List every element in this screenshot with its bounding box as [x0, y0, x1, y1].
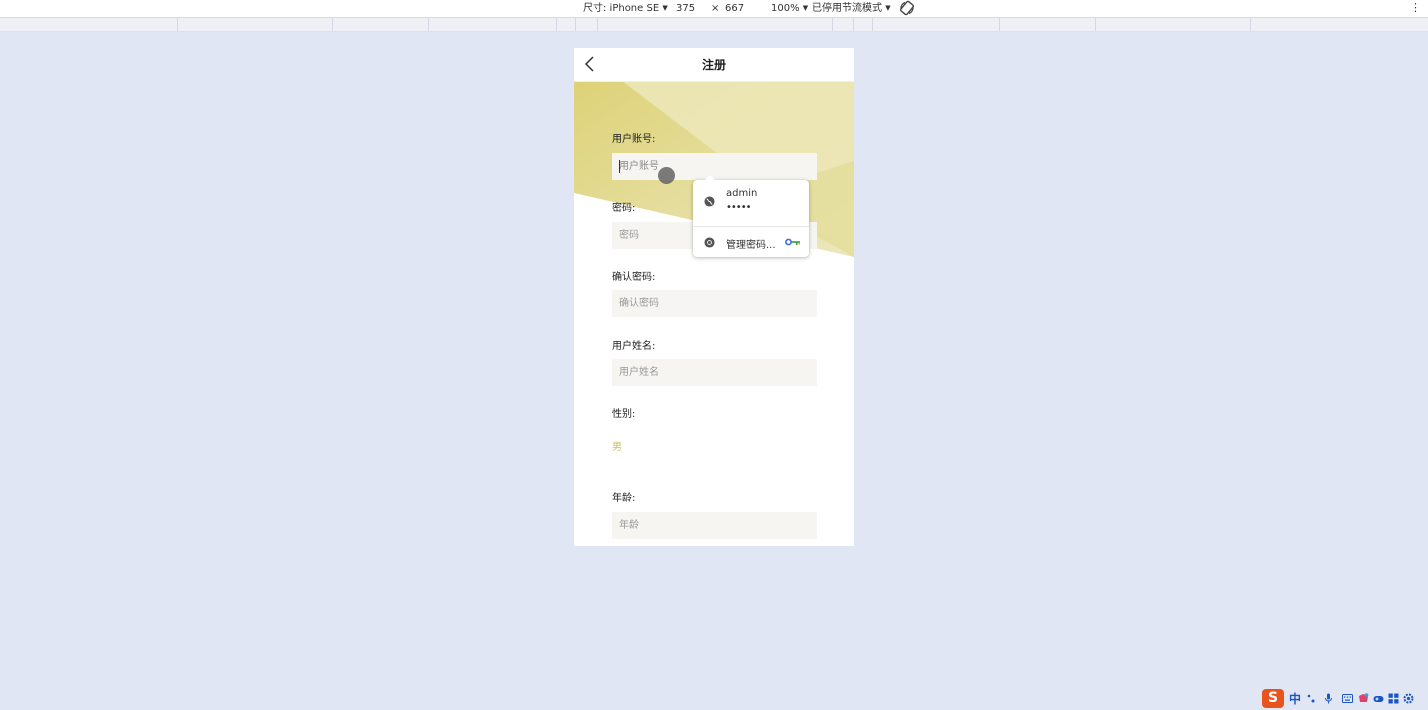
punctuation-icon[interactable] — [1306, 693, 1317, 704]
password-label: 密码: — [612, 203, 636, 214]
phone-viewport: 注册 用户账号: 密码: 确认密码: 用户姓名: 性别: 男 年龄: — [574, 48, 854, 546]
text-caret — [619, 160, 620, 173]
chrome-icon — [704, 237, 715, 248]
gender-label: 性别: — [612, 409, 636, 420]
media-query-ruler — [0, 18, 1428, 32]
key-icon — [785, 238, 800, 246]
microphone-icon[interactable] — [1323, 693, 1334, 704]
manage-passwords-item[interactable]: 管理密码... — [693, 226, 809, 258]
page-title: 注册 — [701, 58, 726, 72]
more-options-icon[interactable]: ⋮ — [1410, 1, 1421, 14]
globe-icon — [704, 196, 715, 207]
confirm-password-label: 确认密码: — [612, 272, 656, 283]
chevron-down-icon: ▼ — [662, 4, 668, 12]
throttle-select[interactable]: 已停用节流模式 ▼ — [812, 2, 891, 15]
ime-toolbar: S 中 — [1262, 689, 1428, 710]
saved-credential-item[interactable]: admin ••••• — [693, 180, 809, 225]
user-name-label: 用户姓名: — [612, 341, 656, 352]
confirm-password-input[interactable] — [612, 290, 817, 317]
device-select[interactable]: 尺寸: iPhone SE ▼ — [583, 2, 668, 15]
chevron-down-icon: ▼ — [885, 4, 891, 12]
keyboard-icon[interactable] — [1342, 693, 1353, 704]
manage-passwords-label: 管理密码... — [726, 240, 776, 251]
toolbox-icon[interactable] — [1388, 693, 1399, 704]
password-autofill-popup: admin ••••• 管理密码... — [693, 175, 809, 258]
mouse-pointer — [658, 167, 675, 184]
saved-password-mask: ••••• — [726, 202, 751, 213]
viewport-height-input[interactable]: 667 — [725, 2, 744, 15]
dimension-separator: × — [711, 3, 720, 14]
settings-icon[interactable] — [1403, 693, 1414, 704]
nav-bar: 注册 — [574, 48, 854, 82]
age-input[interactable] — [612, 512, 817, 539]
chevron-down-icon: ▼ — [802, 4, 809, 12]
sogou-logo-icon[interactable]: S — [1262, 689, 1284, 708]
age-label: 年龄: — [612, 493, 636, 504]
ime-mode-toggle[interactable]: 中 — [1289, 690, 1301, 707]
saved-username: admin — [726, 188, 758, 199]
gender-option-male[interactable]: 男 — [612, 438, 622, 453]
gamepad-icon[interactable] — [1373, 693, 1384, 704]
viewport-width-input[interactable]: 375 — [676, 2, 695, 15]
zoom-select-label: 100% — [771, 3, 800, 14]
user-name-input[interactable] — [612, 359, 817, 386]
rotate-icon[interactable] — [899, 0, 915, 16]
zoom-select[interactable]: 100% ▼ — [771, 2, 808, 15]
device-toolbar: 尺寸: iPhone SE ▼ 375 × 667 100% ▼ 已停用节流模式… — [0, 0, 1428, 18]
device-select-label: 尺寸: iPhone SE — [583, 3, 660, 14]
account-label: 用户账号: — [612, 134, 656, 145]
throttle-select-label: 已停用节流模式 — [812, 3, 882, 14]
skin-icon[interactable] — [1358, 693, 1369, 704]
